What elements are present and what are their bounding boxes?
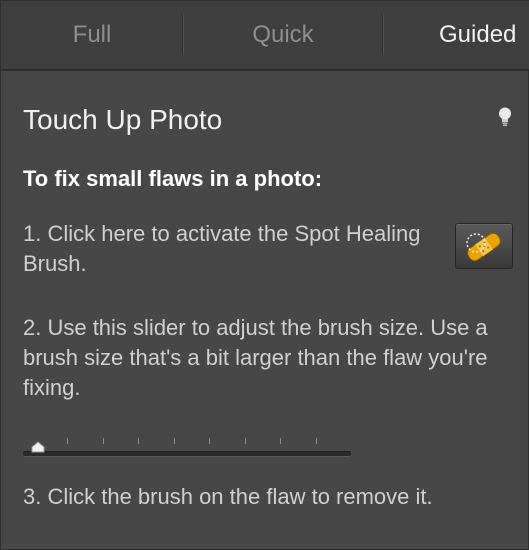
mode-tabs: Full Quick Guided — [1, 1, 529, 71]
lightbulb-icon[interactable] — [498, 107, 512, 127]
instructions-heading: To fix small flaws in a photo: — [23, 166, 323, 191]
slider-tick — [174, 438, 175, 444]
panel-title: Touch Up Photo — [23, 104, 223, 135]
slider-tick — [280, 438, 281, 444]
step-3-text: 3. Click the brush on the flaw to remove… — [23, 484, 433, 509]
slider-tick — [245, 438, 246, 444]
guided-panel: Full Quick Guided Touch Up Photo To fix … — [0, 0, 529, 550]
slider-track[interactable] — [23, 451, 351, 457]
slider-tick — [103, 438, 104, 444]
brush-size-slider[interactable] — [23, 421, 353, 461]
tab-quick[interactable]: Quick — [183, 1, 383, 69]
slider-tick — [138, 438, 139, 444]
spot-healing-brush-icon — [466, 232, 501, 262]
slider-tick — [67, 438, 68, 444]
tab-guided[interactable]: Guided — [383, 1, 529, 69]
step-2-text: 2. Use this slider to adjust the brush s… — [23, 315, 488, 400]
slider-thumb[interactable] — [31, 441, 45, 453]
step-1-text: 1. Click here to activate the Spot Heali… — [23, 221, 421, 276]
slider-tick — [209, 438, 210, 444]
tab-full[interactable]: Full — [1, 1, 183, 69]
slider-tick — [316, 438, 317, 444]
spot-healing-brush-button[interactable] — [455, 223, 513, 269]
